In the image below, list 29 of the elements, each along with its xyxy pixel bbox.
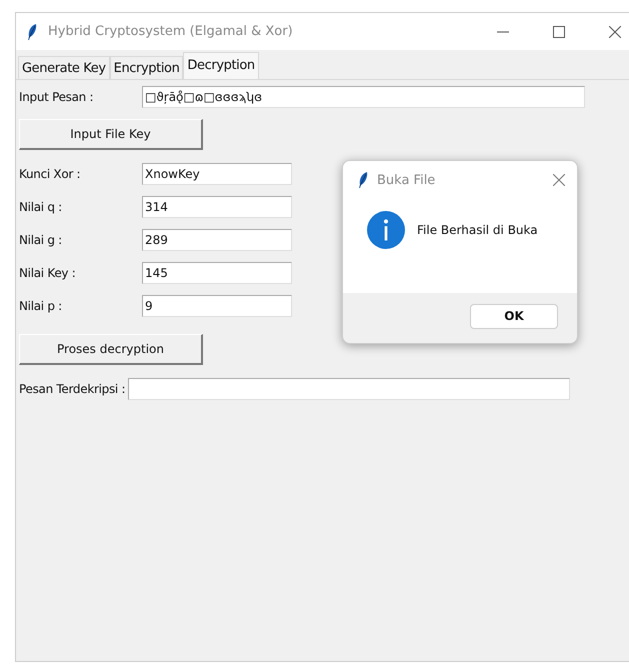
- input-message-field[interactable]: □ϑŗāǫ̊□ɷ□ɞɞɞϡʮɞ: [142, 86, 585, 108]
- close-icon[interactable]: [553, 174, 565, 186]
- dialog-title: Buka File: [377, 172, 436, 188]
- input-field[interactable]: XnowKey: [142, 163, 292, 185]
- tab[interactable]: Generate Key: [18, 56, 110, 79]
- maximize-icon[interactable]: [553, 26, 565, 38]
- field-label: Kunci Xor :: [19, 167, 82, 181]
- process-decryption-button[interactable]: Proses decryption: [19, 334, 203, 365]
- tab[interactable]: Decryption: [183, 52, 259, 79]
- close-icon[interactable]: [609, 26, 621, 38]
- field-label: Nilai q :: [19, 200, 63, 214]
- window-title: Hybrid Cryptosystem (Elgamal & Xor): [48, 24, 293, 39]
- input-file-key-button[interactable]: Input File Key: [19, 119, 203, 150]
- field-label: Nilai Key :: [19, 266, 76, 280]
- output-message-field[interactable]: [128, 378, 570, 400]
- ok-button[interactable]: OK: [470, 304, 558, 328]
- input-field[interactable]: 289: [142, 229, 292, 251]
- input-message-label: Input Pesan :: [19, 90, 94, 104]
- info-icon: [367, 211, 405, 249]
- input-field[interactable]: 314: [142, 196, 292, 218]
- field-label: Nilai p :: [19, 299, 63, 313]
- output-message-label: Pesan Terdekripsi :: [19, 382, 126, 396]
- feather-icon: [357, 171, 369, 189]
- dialog-message: File Berhasil di Buka: [417, 223, 538, 237]
- input-field[interactable]: 145: [142, 262, 292, 284]
- feather-icon: [26, 22, 38, 40]
- field-label: Nilai g :: [19, 233, 63, 247]
- tab[interactable]: Encryption: [110, 56, 184, 79]
- input-field[interactable]: 9: [142, 295, 292, 317]
